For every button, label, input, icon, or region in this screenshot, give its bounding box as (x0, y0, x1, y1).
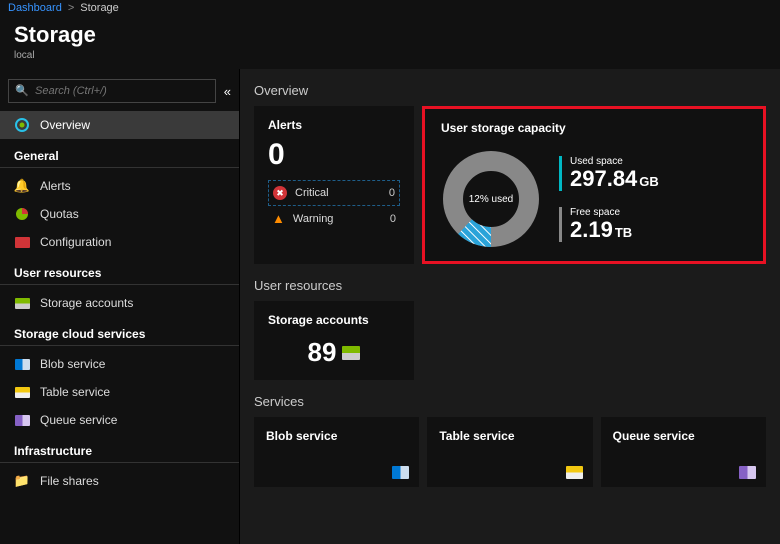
used-space-unit: GB (639, 174, 659, 189)
sidebar-item-storage-accounts[interactable]: Storage accounts (0, 289, 239, 317)
critical-icon: ✖ (273, 186, 287, 200)
page-header: Storage local (0, 16, 780, 69)
search-icon: 🔍 (15, 84, 29, 97)
sidebar-item-queue-service[interactable]: Queue service (0, 406, 239, 434)
sidebar-section-general: General (0, 139, 239, 168)
warning-icon: ▲ (272, 211, 285, 226)
blob-service-icon (14, 356, 30, 372)
sidebar-item-label: Blob service (40, 357, 105, 371)
capacity-donut-chart: 12% used (441, 149, 541, 249)
alerts-card-title: Alerts (268, 118, 400, 132)
free-space-value: 2.19 (570, 217, 613, 242)
sidebar-item-label: Storage accounts (40, 296, 133, 310)
sidebar-item-table-service[interactable]: Table service (0, 378, 239, 406)
sidebar-section-infrastructure: Infrastructure (0, 434, 239, 463)
table-service-icon (14, 384, 30, 400)
sidebar-item-overview[interactable]: Overview (0, 111, 239, 139)
content-area: Overview Alerts 0 ✖ Critical 0 ▲ Warning… (240, 69, 780, 544)
sidebar-item-label: Table service (40, 385, 110, 399)
chevron-right-icon: > (68, 2, 74, 14)
sidebar-item-label: Quotas (40, 207, 79, 221)
storage-accounts-card[interactable]: Storage accounts 89 (254, 301, 414, 380)
used-space-stat: Used space 297.84GB (559, 156, 659, 191)
breadcrumb-current: Storage (80, 2, 119, 14)
queue-service-icon (739, 466, 756, 479)
alerts-critical-row[interactable]: ✖ Critical 0 (268, 180, 400, 206)
blob-service-title: Blob service (266, 429, 407, 443)
alerts-critical-value: 0 (389, 187, 395, 199)
search-input[interactable] (8, 79, 216, 103)
page-subtitle: local (14, 50, 766, 61)
table-service-icon (566, 466, 583, 479)
configuration-icon (14, 234, 30, 250)
free-space-stat: Free space 2.19TB (559, 207, 659, 242)
table-service-card[interactable]: Table service (427, 417, 592, 487)
alerts-card[interactable]: Alerts 0 ✖ Critical 0 ▲ Warning 0 (254, 106, 414, 264)
queue-service-icon (14, 412, 30, 428)
folder-icon: 📁 (14, 473, 30, 489)
section-title-services: Services (254, 394, 766, 409)
sidebar-item-label: Overview (40, 118, 90, 132)
capacity-card[interactable]: User storage capacity (422, 106, 766, 264)
alerts-count: 0 (268, 140, 400, 170)
quota-icon (14, 206, 30, 222)
sidebar-item-configuration[interactable]: Configuration (0, 228, 239, 256)
section-title-overview: Overview (254, 83, 766, 98)
page-title: Storage (14, 22, 766, 48)
queue-service-card[interactable]: Queue service (601, 417, 766, 487)
alerts-warning-label: Warning (293, 213, 334, 225)
storage-accounts-card-title: Storage accounts (268, 313, 400, 327)
sidebar-section-cloud-services: Storage cloud services (0, 317, 239, 346)
section-title-user-resources: User resources (254, 278, 766, 293)
storage-accounts-icon (342, 346, 360, 360)
table-service-title: Table service (439, 429, 580, 443)
alerts-critical-label: Critical (295, 187, 329, 199)
collapse-sidebar-icon[interactable]: « (216, 84, 231, 99)
free-space-unit: TB (615, 225, 632, 240)
breadcrumb: Dashboard > Storage (0, 0, 780, 16)
sidebar-item-label: Queue service (40, 413, 117, 427)
sidebar-item-label: File shares (40, 474, 99, 488)
overview-icon (14, 117, 30, 133)
sidebar-section-user-resources: User resources (0, 256, 239, 285)
sidebar: 🔍 « Overview General 🔔 Alerts Quotas Con… (0, 69, 240, 544)
alerts-warning-row[interactable]: ▲ Warning 0 (268, 206, 400, 231)
queue-service-title: Queue service (613, 429, 754, 443)
storage-accounts-icon (14, 295, 30, 311)
blob-service-icon (392, 466, 409, 479)
alerts-warning-value: 0 (390, 213, 396, 225)
bell-icon: 🔔 (14, 178, 30, 194)
breadcrumb-dashboard-link[interactable]: Dashboard (8, 2, 62, 14)
sidebar-item-alerts[interactable]: 🔔 Alerts (0, 172, 239, 200)
storage-accounts-count: 89 (308, 337, 337, 368)
sidebar-item-blob-service[interactable]: Blob service (0, 350, 239, 378)
sidebar-item-label: Configuration (40, 235, 111, 249)
sidebar-item-file-shares[interactable]: 📁 File shares (0, 467, 239, 495)
capacity-card-title: User storage capacity (441, 121, 747, 135)
used-space-value: 297.84 (570, 166, 637, 191)
sidebar-item-label: Alerts (40, 179, 71, 193)
blob-service-card[interactable]: Blob service (254, 417, 419, 487)
sidebar-item-quotas[interactable]: Quotas (0, 200, 239, 228)
capacity-percent-label: 12% used (441, 149, 541, 249)
